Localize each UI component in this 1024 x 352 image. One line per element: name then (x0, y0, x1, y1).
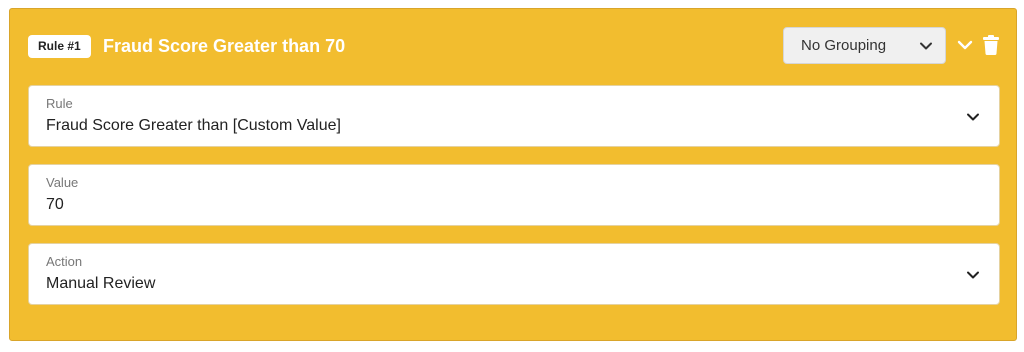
rule-title: Fraud Score Greater than 70 (103, 36, 346, 56)
chevron-down-icon (920, 42, 932, 49)
trash-icon[interactable] (982, 35, 1000, 55)
grouping-select-value: No Grouping (801, 37, 887, 54)
rule-select-label: Rule (46, 96, 73, 111)
action-select[interactable]: Action Manual Review (28, 243, 1000, 305)
value-field-label: Value (46, 175, 79, 190)
grouping-select[interactable]: No Grouping (783, 27, 946, 64)
rule-card: Rule #1 Fraud Score Greater than 70 No G… (9, 8, 1017, 341)
rule-header: Rule #1 Fraud Score Greater than 70 No G… (10, 9, 1016, 83)
rule-number-badge: Rule #1 (28, 35, 91, 58)
action-select-value: Manual Review (46, 275, 156, 292)
collapse-chevron-icon[interactable] (956, 37, 974, 53)
action-select-label: Action (46, 254, 83, 269)
chevron-down-icon (967, 113, 979, 121)
value-field-value: 70 (46, 196, 64, 213)
rule-select[interactable]: Rule Fraud Score Greater than [Custom Va… (28, 85, 1000, 147)
value-field[interactable]: Value 70 (28, 164, 1000, 226)
chevron-down-icon (967, 271, 979, 279)
rule-select-value: Fraud Score Greater than [Custom Value] (46, 117, 341, 134)
